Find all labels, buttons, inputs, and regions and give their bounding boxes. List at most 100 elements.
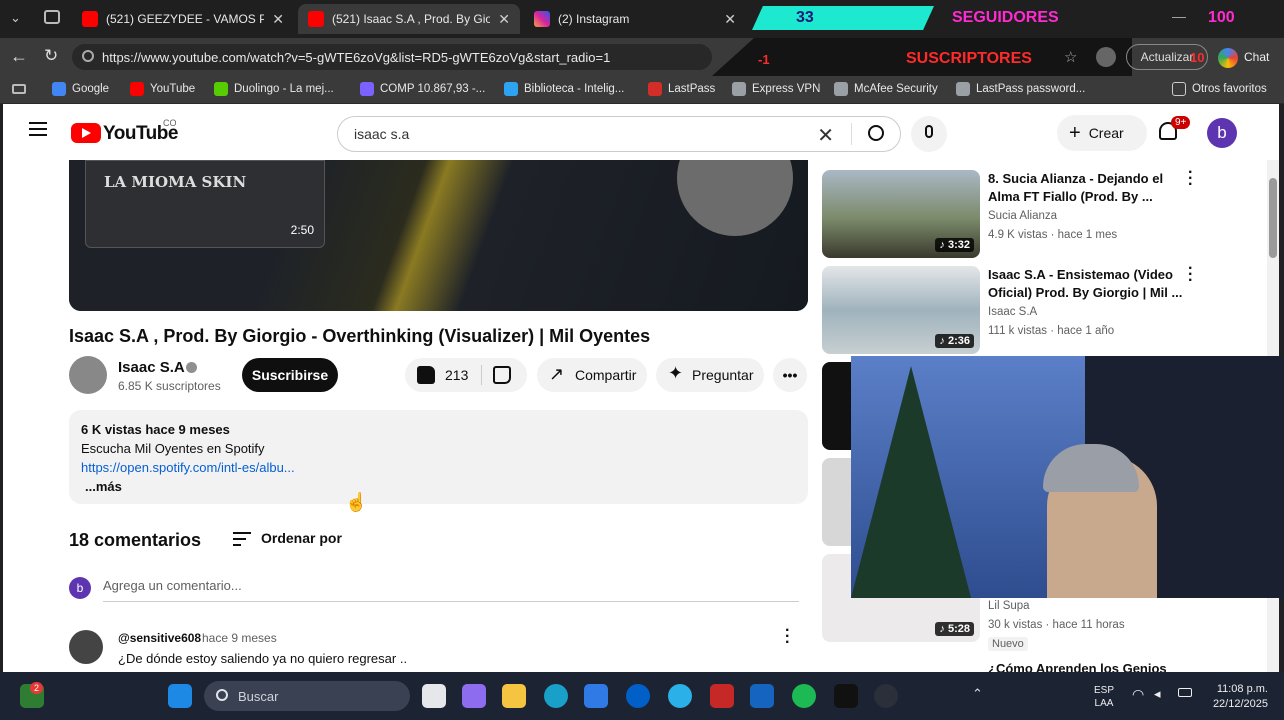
related-thumbnail[interactable]: ♪ 2:36: [822, 266, 980, 354]
subscribe-button[interactable]: Suscribirse: [242, 358, 338, 392]
settings-icon[interactable]: [874, 684, 898, 708]
tab-instagram[interactable]: (2) Instagram ✕: [524, 4, 746, 34]
sort-button[interactable]: Ordenar por: [261, 530, 342, 546]
show-more-button[interactable]: ...más: [81, 477, 796, 496]
clear-search-icon[interactable]: ✕: [817, 123, 834, 148]
more-vertical-icon[interactable]: · · ·: [1188, 261, 1193, 289]
description-box[interactable]: 6 K vistas hace 9 meses Escucha Mil Oyen…: [69, 410, 808, 504]
share-button[interactable]: ↗ Compartir: [537, 358, 647, 392]
copilot-icon[interactable]: [1218, 48, 1238, 68]
endscreen-thumbnail[interactable]: LA MIOMA SKIN 2:50: [85, 160, 325, 248]
reload-icon[interactable]: ↻: [44, 46, 58, 66]
commenter-avatar[interactable]: [69, 630, 103, 664]
mcafee-icon[interactable]: [710, 684, 734, 708]
bookmark-item[interactable]: Google: [52, 82, 109, 96]
address-bar[interactable]: https://www.youtube.com/watch?v=5-gWTE6z…: [72, 44, 712, 70]
region-code: CO: [163, 118, 177, 128]
bookmark-item[interactable]: McAfee Security: [834, 82, 938, 96]
clock[interactable]: 11:08 p.m. 22/12/2025: [1204, 682, 1268, 712]
site-info-icon[interactable]: [82, 50, 94, 62]
copilot-icon[interactable]: [462, 684, 486, 708]
related-thumbnail[interactable]: ♪ 3:32: [822, 170, 980, 258]
youtube-logo-icon[interactable]: [71, 123, 101, 143]
tab-isaac[interactable]: (521) Isaac S.A , Prod. By Giorgio - ✕: [298, 4, 520, 34]
reading-icon[interactable]: [12, 84, 26, 94]
profile-icon[interactable]: [1096, 47, 1116, 67]
wifi-icon[interactable]: ◠: [1132, 686, 1144, 703]
tab-geezydee[interactable]: (521) GEEZYDEE - VAMOS PA BELE ✕: [72, 4, 294, 34]
related-video[interactable]: ♪ 3:32 8. Sucia Alianza - Dejando el Alm…: [822, 165, 1252, 260]
tiktok-icon[interactable]: [834, 684, 858, 708]
bookmark-label: Duolingo - La mej...: [234, 83, 334, 95]
hp-icon[interactable]: [626, 684, 650, 708]
store-icon[interactable]: [584, 684, 608, 708]
create-button[interactable]: + Crear: [1057, 115, 1147, 151]
bookmark-item[interactable]: Duolingo - La mej...: [214, 82, 334, 96]
bookmark-item[interactable]: Express VPN: [732, 82, 820, 96]
related-meta: 111 k vistas · hace 1 año: [988, 325, 1115, 337]
more-vertical-icon[interactable]: · · ·: [1188, 165, 1193, 193]
mail-icon[interactable]: [750, 684, 774, 708]
search-icon[interactable]: [868, 125, 884, 141]
close-icon[interactable]: ✕: [272, 11, 284, 28]
add-comment-input[interactable]: Agrega un comentario...: [103, 578, 242, 593]
followers-goal: 100: [1208, 9, 1235, 26]
related-channel[interactable]: Isaac S.A: [988, 306, 1037, 318]
tab-search-icon[interactable]: ⌄: [10, 10, 21, 26]
bookmark-item[interactable]: YouTube: [130, 82, 195, 96]
sort-icon[interactable]: [233, 532, 251, 546]
back-arrow-icon[interactable]: ←: [10, 46, 28, 67]
bookmark-item[interactable]: COMP 10.867,93 -...: [360, 82, 485, 96]
like-divider: [481, 365, 482, 385]
related-title[interactable]: ¿Cómo Aprenden los Genios: [988, 660, 1188, 672]
minimize-icon[interactable]: —: [1172, 8, 1186, 24]
language-indicator[interactable]: ESP LAA: [1094, 684, 1114, 710]
ask-button[interactable]: ✦ Preguntar: [656, 358, 764, 392]
start-icon[interactable]: [168, 684, 192, 708]
close-icon[interactable]: ✕: [724, 11, 736, 28]
comment-menu-icon[interactable]: · · ·: [785, 623, 790, 651]
bookmark-item[interactable]: LastPass: [648, 82, 715, 96]
task-view-icon[interactable]: [422, 684, 446, 708]
chrome-icon[interactable]: [668, 684, 692, 708]
search-icon: [216, 689, 228, 701]
like-count[interactable]: 213: [445, 367, 468, 383]
folder-icon[interactable]: [502, 684, 526, 708]
scrollbar-thumb[interactable]: [1269, 178, 1277, 258]
edge-icon[interactable]: [544, 684, 568, 708]
search-box[interactable]: isaac s.a ✕: [337, 116, 901, 152]
channel-name[interactable]: Isaac S.A: [118, 359, 185, 376]
related-channel[interactable]: Sucia Alianza: [988, 210, 1057, 222]
chat-button[interactable]: Chat: [1244, 50, 1269, 64]
avatar[interactable]: b: [1207, 118, 1237, 148]
taskbar-search-input[interactable]: Buscar: [238, 689, 278, 704]
comment-time[interactable]: hace 9 meses: [202, 631, 277, 645]
bookmark-item[interactable]: LastPass password...: [956, 82, 1085, 96]
other-bookmarks[interactable]: Otros favoritos: [1172, 82, 1267, 96]
related-title[interactable]: 8. Sucia Alianza - Dejando el Alma FT Fi…: [988, 170, 1188, 206]
dislike-icon[interactable]: [493, 366, 511, 384]
channel-avatar[interactable]: [69, 356, 107, 394]
related-video[interactable]: ♪ 2:36 Isaac S.A - Ensistemao (Video Ofi…: [822, 261, 1252, 356]
workspaces-icon[interactable]: [44, 10, 60, 24]
like-icon[interactable]: [417, 366, 435, 384]
bookmark-icon: [732, 82, 746, 96]
star-icon[interactable]: ☆: [1064, 48, 1077, 66]
chevron-up-icon[interactable]: ⌃: [972, 686, 983, 702]
comment-author[interactable]: @sensitive608: [118, 631, 201, 645]
spotify-link[interactable]: https://open.spotify.com/intl-es/albu...: [81, 458, 796, 477]
search-input[interactable]: isaac s.a: [354, 126, 409, 142]
more-actions-button[interactable]: •••: [773, 358, 807, 392]
battery-icon[interactable]: [1178, 688, 1192, 697]
voice-search-button[interactable]: [911, 116, 947, 152]
close-icon[interactable]: ✕: [498, 11, 510, 28]
menu-icon[interactable]: [29, 122, 47, 136]
spotify-icon[interactable]: [792, 684, 816, 708]
volume-icon[interactable]: ◂: [1154, 686, 1161, 702]
related-video[interactable]: ¿Cómo Aprenden los Genios: [822, 658, 1252, 672]
taskbar-search[interactable]: Buscar: [204, 681, 410, 711]
video-player[interactable]: LA MIOMA SKIN 2:50: [69, 160, 808, 311]
related-title[interactable]: Isaac S.A - Ensistemao (Video Oficial) P…: [988, 266, 1188, 302]
bookmark-item[interactable]: Biblioteca - Intelig...: [504, 82, 624, 96]
related-channel[interactable]: Lil Supa: [988, 600, 1030, 612]
